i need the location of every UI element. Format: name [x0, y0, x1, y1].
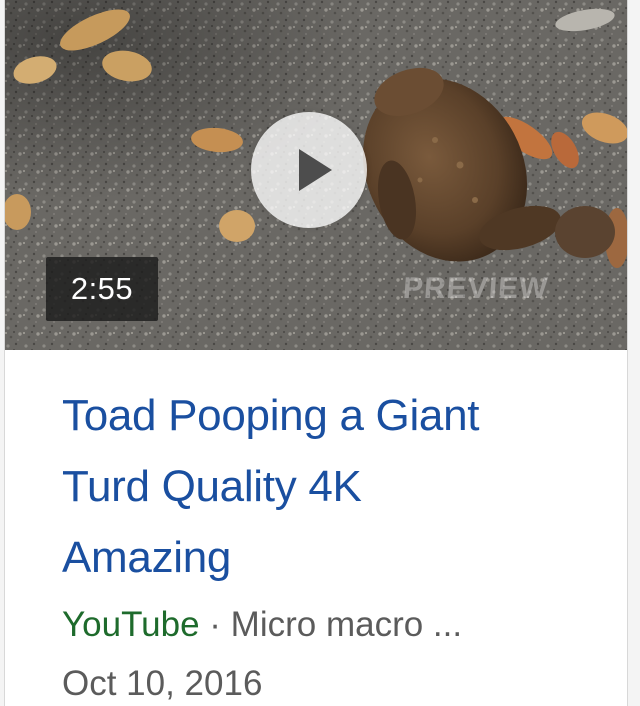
meta-separator: ·	[209, 605, 221, 644]
video-thumbnail[interactable]: PREVIEW 2:55	[5, 0, 627, 350]
upload-date: Oct 10, 2016	[62, 664, 263, 703]
video-title-line-2[interactable]: Turd Quality 4K	[62, 451, 602, 522]
preview-watermark: PREVIEW	[401, 272, 550, 305]
video-info: Toad Pooping a Giant Turd Quality 4K Ama…	[62, 380, 602, 593]
video-meta: YouTube · Micro macro ...	[62, 601, 462, 649]
video-title-line-1[interactable]: Toad Pooping a Giant	[62, 380, 602, 451]
channel-name: Micro macro ...	[230, 605, 463, 644]
video-source: YouTube	[62, 605, 200, 644]
play-icon	[299, 149, 332, 191]
video-title-line-3[interactable]: Amazing	[62, 522, 602, 593]
video-result-card[interactable]: PREVIEW 2:55 Toad Pooping a Giant Turd Q…	[4, 0, 628, 706]
play-button[interactable]	[251, 112, 367, 228]
duration-badge: 2:55	[46, 257, 158, 321]
